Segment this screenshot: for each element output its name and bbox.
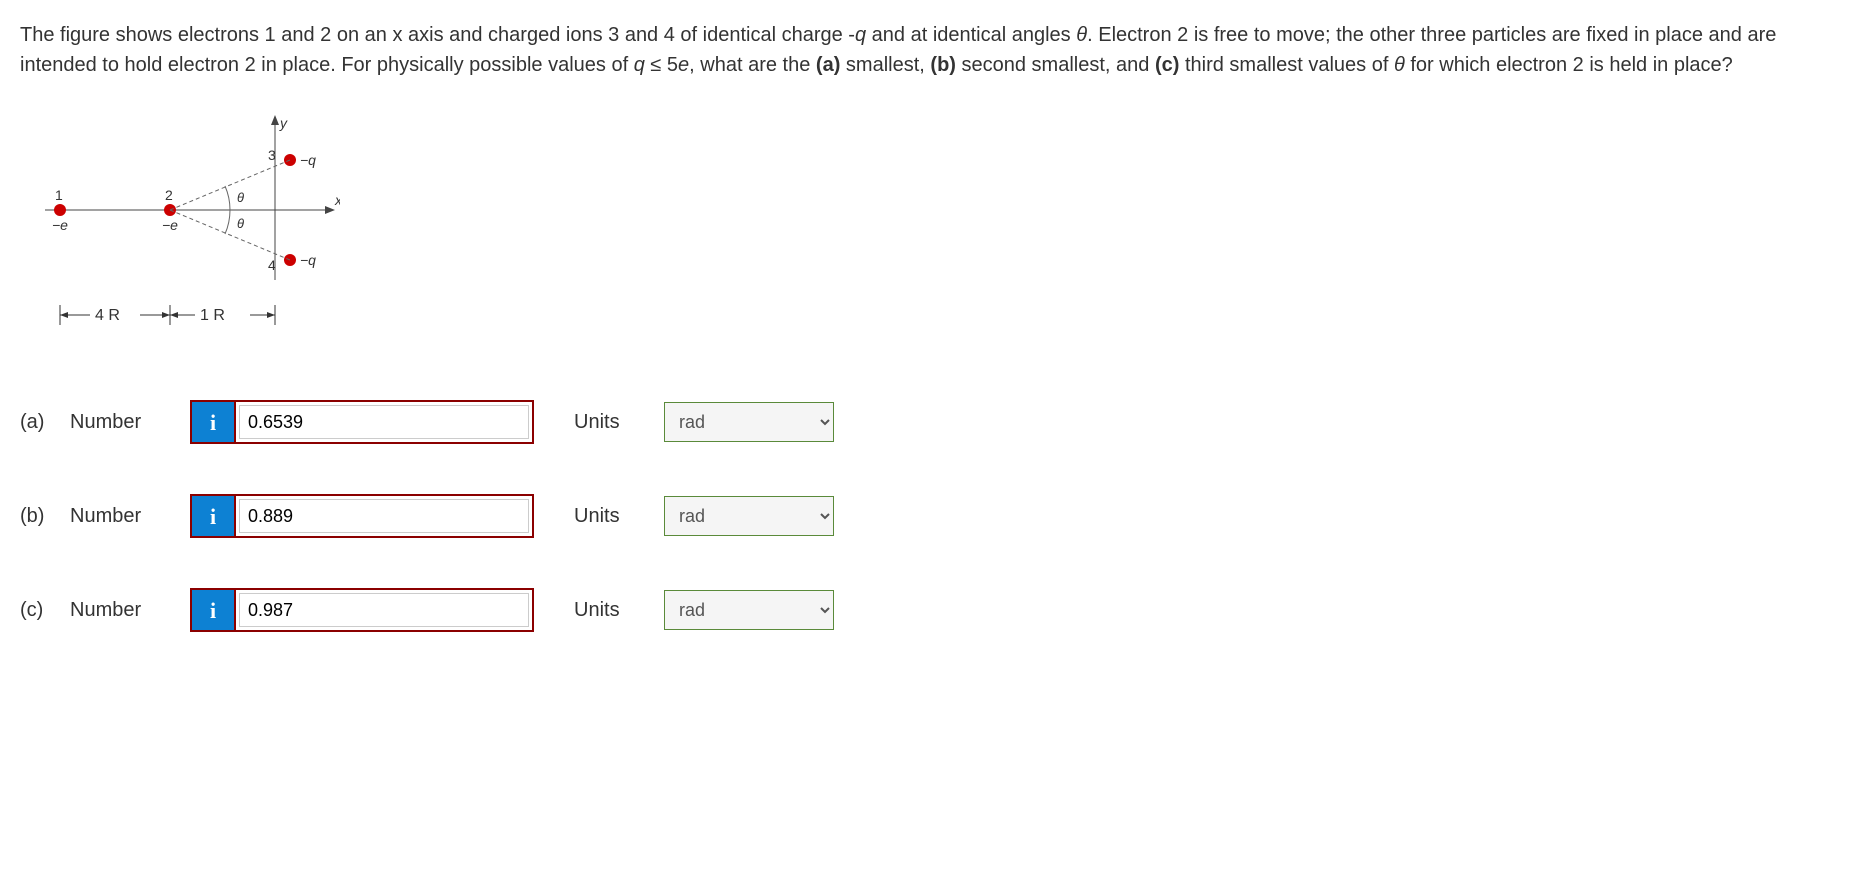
dist-1r: 1 R — [200, 307, 225, 324]
number-label-c: Number — [70, 595, 190, 625]
dist-4r: 4 R — [95, 307, 120, 324]
units-select-a[interactable]: rad — [664, 402, 834, 442]
theta2: θ — [1394, 54, 1405, 76]
number-input-wrapper-c — [234, 588, 534, 632]
q-le: ≤ 5 — [645, 54, 678, 76]
theta-upper: θ — [237, 190, 244, 205]
info-icon-b[interactable]: i — [190, 494, 234, 538]
q-prefix: The figure shows electrons 1 and 2 on an… — [20, 24, 855, 46]
theta-lower: θ — [237, 216, 244, 231]
units-label-c: Units — [574, 595, 664, 625]
q-suffix: for which electron 2 is held in place? — [1405, 54, 1733, 76]
units-select-b[interactable]: rad — [664, 496, 834, 536]
neg-e1: −e — [52, 217, 68, 233]
x-axis-label: x — [334, 192, 340, 208]
q-mid1: and at identical angles — [866, 24, 1076, 46]
y-axis-label: y — [279, 115, 288, 131]
number-label-b: Number — [70, 501, 190, 531]
q-var1: q — [855, 24, 866, 46]
label-2: 2 — [165, 187, 173, 203]
part-label-c: (c) — [20, 595, 70, 625]
units-label-b: Units — [574, 501, 664, 531]
e-var: e — [678, 54, 689, 76]
b-text: second smallest, and — [956, 54, 1155, 76]
part-c-bold: (c) — [1155, 54, 1179, 76]
neg-q2: −q — [300, 252, 316, 268]
number-input-wrapper-b — [234, 494, 534, 538]
part-label-a: (a) — [20, 407, 70, 437]
label-1: 1 — [55, 187, 63, 203]
answer-row-b: (b) Number i Units rad — [20, 494, 1842, 538]
label-4: 4 — [268, 257, 276, 273]
c-text: third smallest values of — [1179, 54, 1394, 76]
part-label-b: (b) — [20, 501, 70, 531]
part-b-bold: (b) — [930, 54, 956, 76]
number-input-b[interactable] — [239, 499, 529, 533]
number-input-a[interactable] — [239, 405, 529, 439]
neg-q1: −q — [300, 152, 316, 168]
number-input-c[interactable] — [239, 593, 529, 627]
info-icon-a[interactable]: i — [190, 400, 234, 444]
number-input-wrapper-a — [234, 400, 534, 444]
number-label-a: Number — [70, 407, 190, 437]
units-select-c[interactable]: rad — [664, 590, 834, 630]
q-comma: , what are the — [689, 54, 816, 76]
physics-figure: y x 1 −e 2 −e 3 −q 4 −q θ θ — [40, 110, 340, 360]
part-a-bold: (a) — [816, 54, 840, 76]
question-text: The figure shows electrons 1 and 2 on an… — [20, 20, 1842, 80]
neg-e2: −e — [162, 217, 178, 233]
label-3: 3 — [268, 147, 276, 163]
units-label-a: Units — [574, 407, 664, 437]
answer-row-c: (c) Number i Units rad — [20, 588, 1842, 632]
q-var2: q — [634, 54, 645, 76]
answer-row-a: (a) Number i Units rad — [20, 400, 1842, 444]
info-icon-c[interactable]: i — [190, 588, 234, 632]
theta1: θ — [1076, 24, 1087, 46]
a-text: smallest, — [840, 54, 930, 76]
